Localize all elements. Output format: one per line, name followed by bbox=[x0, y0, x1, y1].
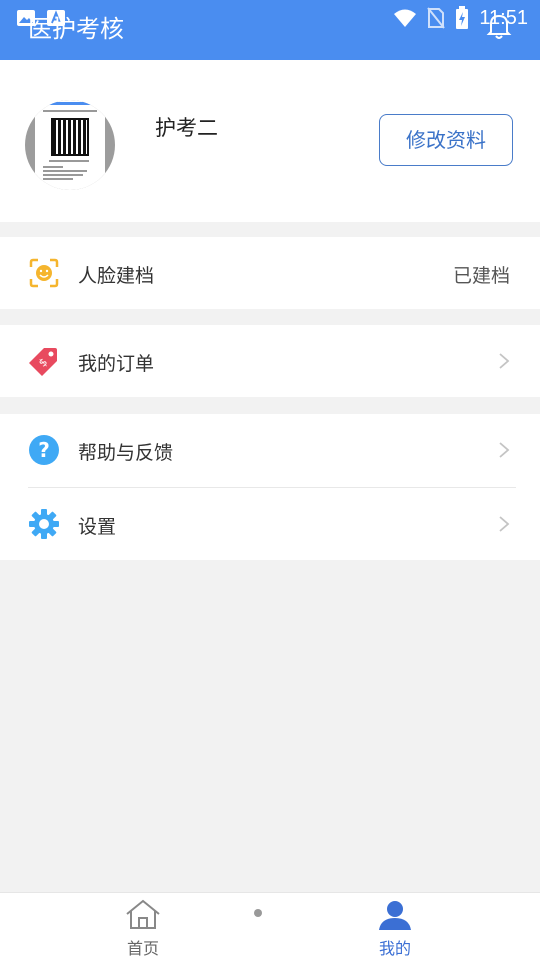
settings-label: 设置 bbox=[78, 516, 117, 538]
face-record-row[interactable]: 人脸建档 已建档 bbox=[0, 237, 540, 309]
face-record-status: 已建档 bbox=[452, 265, 510, 287]
settings-row[interactable]: 设置 bbox=[0, 488, 540, 560]
chevron-right-icon bbox=[499, 442, 510, 458]
username: 护考二 bbox=[155, 116, 218, 140]
notification-bell-icon[interactable] bbox=[486, 12, 512, 40]
my-orders-label: 我的订单 bbox=[78, 353, 155, 375]
price-tag-icon: $ bbox=[29, 348, 57, 376]
help-feedback-row[interactable]: ? 帮助与反馈 bbox=[0, 414, 540, 486]
bottom-navigation: 首页 我的 bbox=[0, 892, 540, 961]
avatar[interactable] bbox=[25, 100, 115, 190]
app-title: 医护考核 bbox=[28, 15, 124, 43]
nav-home-label: 首页 bbox=[126, 939, 159, 958]
nav-tab-mine[interactable]: 我的 bbox=[345, 893, 445, 961]
face-record-label: 人脸建档 bbox=[78, 265, 155, 287]
home-icon bbox=[126, 899, 160, 929]
edit-profile-button[interactable]: 修改资料 bbox=[379, 114, 513, 166]
face-scan-icon bbox=[29, 258, 59, 288]
help-feedback-label: 帮助与反馈 bbox=[78, 442, 174, 464]
nav-mine-label: 我的 bbox=[378, 939, 411, 958]
wifi-icon bbox=[394, 9, 417, 27]
app-header: 医护考核 11:51 bbox=[0, 0, 540, 60]
chevron-right-icon bbox=[499, 516, 510, 532]
nav-indicator-dot bbox=[254, 909, 262, 917]
qr-code-image bbox=[51, 118, 89, 156]
svg-text:?: ? bbox=[38, 438, 50, 462]
profile-card: 护考二 修改资料 bbox=[0, 60, 540, 222]
my-orders-row[interactable]: $ 我的订单 bbox=[0, 325, 540, 397]
chevron-right-icon bbox=[499, 353, 510, 369]
gear-icon bbox=[29, 509, 59, 539]
help-question-icon: ? bbox=[29, 435, 59, 465]
avatar-image bbox=[35, 100, 105, 190]
nav-tab-home[interactable]: 首页 bbox=[93, 893, 193, 961]
battery-icon bbox=[456, 6, 469, 29]
no-sim-icon bbox=[427, 7, 446, 29]
user-icon bbox=[379, 901, 411, 930]
help-settings-group: ? 帮助与反馈 设置 bbox=[0, 414, 540, 560]
